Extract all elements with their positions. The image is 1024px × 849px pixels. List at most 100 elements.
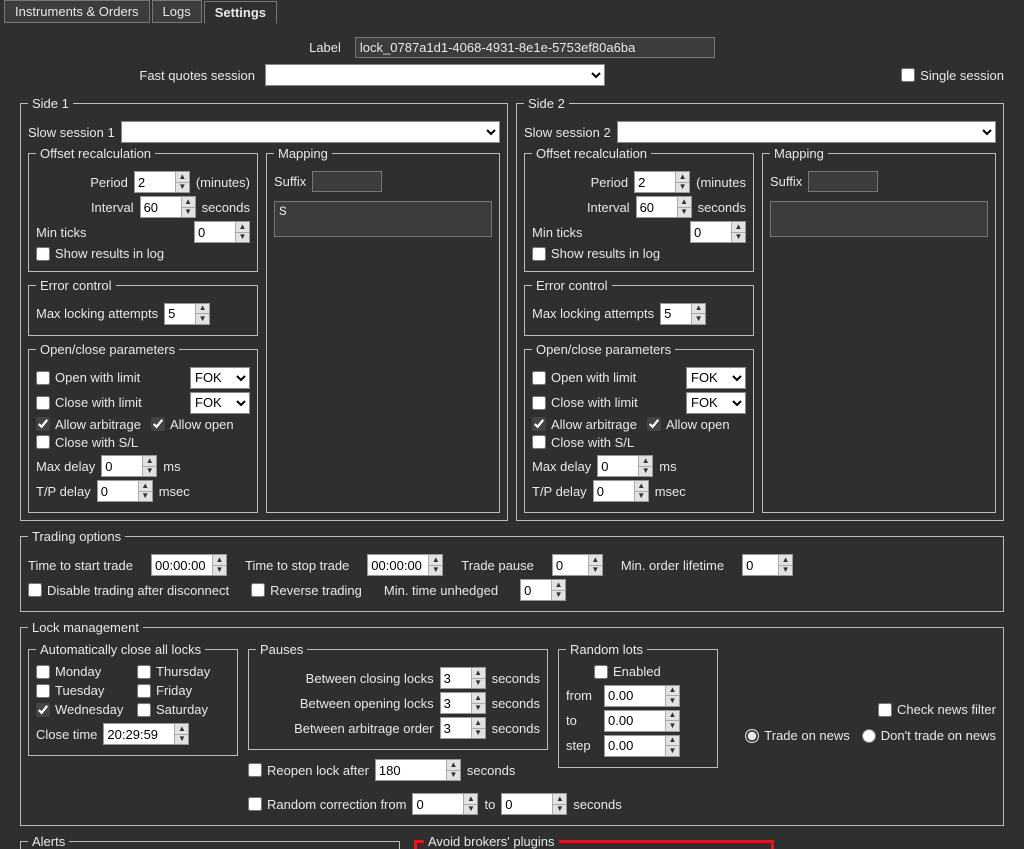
side-2-group: Side 2 Slow session 2 Offset recalculati… bbox=[516, 96, 1004, 521]
single-session-checkbox[interactable] bbox=[901, 68, 915, 82]
between-closing-locks-spinner[interactable]: ▲▼ bbox=[440, 667, 486, 689]
check-news-filter-label: Check news filter bbox=[897, 702, 996, 717]
side2-period-spinner[interactable]: ▲▼ bbox=[634, 171, 690, 193]
thursday-checkbox[interactable] bbox=[137, 665, 151, 679]
random-lots-from-spinner[interactable]: ▲▼ bbox=[604, 685, 680, 707]
min-order-lifetime-spinner[interactable]: ▲▼ bbox=[742, 554, 793, 576]
tuesday-checkbox[interactable] bbox=[36, 684, 50, 698]
random-lots-step-spinner[interactable]: ▲▼ bbox=[604, 735, 680, 757]
random-correction-from-spinner[interactable]: ▲▼ bbox=[412, 793, 478, 815]
side2-open-with-limit-checkbox[interactable] bbox=[532, 371, 546, 385]
random-lots-to-spinner[interactable]: ▲▼ bbox=[604, 710, 680, 732]
wednesday-label: Wednesday bbox=[55, 702, 123, 717]
random-correction-checkbox[interactable] bbox=[248, 797, 262, 811]
side2-show-results-checkbox[interactable] bbox=[532, 247, 546, 261]
side1-max-locking-label: Max locking attempts bbox=[36, 306, 158, 321]
side1-allow-arbitrage-checkbox[interactable] bbox=[36, 417, 50, 431]
side2-mapping-textarea[interactable] bbox=[770, 201, 988, 237]
friday-checkbox[interactable] bbox=[137, 684, 151, 698]
side2-open-close-group: Open/close parameters Open with limit FO… bbox=[524, 342, 754, 514]
side2-offset-group: Offset recalculation Period ▲▼ (minutes … bbox=[524, 146, 754, 272]
random-lots-from-label: from bbox=[566, 688, 598, 703]
side1-close-with-limit-checkbox[interactable] bbox=[36, 396, 50, 410]
side2-max-delay-unit: ms bbox=[659, 459, 676, 474]
side2-min-ticks-spinner[interactable]: ▲▼ bbox=[690, 221, 746, 243]
between-arbitrage-order-spinner[interactable]: ▲▼ bbox=[440, 717, 486, 739]
side2-suffix-input[interactable] bbox=[808, 171, 878, 192]
side1-close-select[interactable]: FOK bbox=[190, 392, 250, 414]
monday-checkbox[interactable] bbox=[36, 665, 50, 679]
side2-tp-delay-label: T/P delay bbox=[532, 484, 587, 499]
random-correction-to-spinner[interactable]: ▲▼ bbox=[501, 793, 567, 815]
side1-tp-delay-spinner[interactable]: ▲▼ bbox=[97, 480, 153, 502]
trade-pause-spinner[interactable]: ▲▼ bbox=[552, 554, 603, 576]
side1-period-unit: (minutes) bbox=[196, 175, 250, 190]
side1-open-close-group: Open/close parameters Open with limit FO… bbox=[28, 342, 258, 514]
min-time-unhedged-spinner[interactable]: ▲▼ bbox=[520, 579, 566, 601]
side1-tp-delay-unit: msec bbox=[159, 484, 190, 499]
side2-mapping-group: Mapping Suffix bbox=[762, 146, 996, 513]
side1-close-sl-checkbox[interactable] bbox=[36, 435, 50, 449]
between-arbitrage-order-label: Between arbitrage order bbox=[294, 721, 433, 736]
label-input[interactable] bbox=[355, 37, 715, 58]
tab-instruments-orders[interactable]: Instruments & Orders bbox=[4, 0, 150, 23]
dont-trade-on-news-label: Don't trade on news bbox=[881, 728, 996, 743]
side1-mapping-textarea[interactable] bbox=[274, 201, 492, 237]
side1-suffix-input[interactable] bbox=[312, 171, 382, 192]
trade-on-news-radio[interactable] bbox=[745, 729, 759, 743]
side2-close-sl-label: Close with S/L bbox=[551, 435, 634, 450]
time-start-spinner[interactable]: ▲▼ bbox=[151, 554, 227, 576]
side1-interval-spinner[interactable]: ▲▼ bbox=[140, 196, 196, 218]
slow-session-2-select[interactable] bbox=[617, 121, 996, 143]
pauses-group: Pauses Between closing locks ▲▼ seconds … bbox=[248, 642, 548, 750]
close-time-label: Close time bbox=[36, 727, 97, 742]
reopen-lock-spinner[interactable]: ▲▼ bbox=[375, 759, 461, 781]
side2-max-delay-label: Max delay bbox=[532, 459, 591, 474]
side1-allow-open-checkbox[interactable] bbox=[151, 417, 165, 431]
fast-quotes-session-select[interactable] bbox=[265, 64, 605, 86]
side2-max-locking-spinner[interactable]: ▲▼ bbox=[660, 303, 706, 325]
check-news-filter-checkbox[interactable] bbox=[878, 703, 892, 717]
side2-close-sl-checkbox[interactable] bbox=[532, 435, 546, 449]
side2-tp-delay-spinner[interactable]: ▲▼ bbox=[593, 480, 649, 502]
tab-settings[interactable]: Settings bbox=[204, 1, 277, 24]
side1-open-with-limit-checkbox[interactable] bbox=[36, 371, 50, 385]
random-correction-unit: seconds bbox=[573, 797, 621, 812]
reopen-lock-checkbox[interactable] bbox=[248, 763, 262, 777]
side1-period-label: Period bbox=[90, 175, 128, 190]
between-opening-locks-spinner[interactable]: ▲▼ bbox=[440, 692, 486, 714]
slow-session-1-select[interactable] bbox=[121, 121, 500, 143]
side2-interval-spinner[interactable]: ▲▼ bbox=[636, 196, 692, 218]
side1-max-delay-spinner[interactable]: ▲▼ bbox=[101, 455, 157, 477]
avoid-brokers-plugins-group: Avoid brokers' plugins Stop trading if e… bbox=[414, 834, 774, 849]
reopen-lock-label: Reopen lock after bbox=[267, 763, 369, 778]
lock-management-legend: Lock management bbox=[28, 620, 143, 635]
side1-period-spinner[interactable]: ▲▼ bbox=[134, 171, 190, 193]
side1-allow-arbitrage-label: Allow arbitrage bbox=[55, 417, 141, 432]
side2-open-select[interactable]: FOK bbox=[686, 367, 746, 389]
trading-options-group: Trading options Time to start trade ▲▼ T… bbox=[20, 529, 1004, 612]
reverse-trading-label: Reverse trading bbox=[270, 583, 362, 598]
disable-trading-checkbox[interactable] bbox=[28, 583, 42, 597]
side-1-legend: Side 1 bbox=[28, 96, 73, 111]
monday-label: Monday bbox=[55, 664, 101, 679]
side1-mapping-legend: Mapping bbox=[274, 146, 332, 161]
saturday-checkbox[interactable] bbox=[137, 703, 151, 717]
random-lots-enabled-checkbox[interactable] bbox=[594, 665, 608, 679]
side2-close-with-limit-checkbox[interactable] bbox=[532, 396, 546, 410]
side1-open-select[interactable]: FOK bbox=[190, 367, 250, 389]
side1-max-locking-spinner[interactable]: ▲▼ bbox=[164, 303, 210, 325]
reverse-trading-checkbox[interactable] bbox=[251, 583, 265, 597]
side2-interval-label: Interval bbox=[587, 200, 630, 215]
side2-allow-arbitrage-checkbox[interactable] bbox=[532, 417, 546, 431]
dont-trade-on-news-radio[interactable] bbox=[862, 729, 876, 743]
side1-show-results-checkbox[interactable] bbox=[36, 247, 50, 261]
side2-max-delay-spinner[interactable]: ▲▼ bbox=[597, 455, 653, 477]
side2-allow-open-checkbox[interactable] bbox=[647, 417, 661, 431]
wednesday-checkbox[interactable] bbox=[36, 703, 50, 717]
time-stop-spinner[interactable]: ▲▼ bbox=[367, 554, 443, 576]
side2-close-select[interactable]: FOK bbox=[686, 392, 746, 414]
side1-min-ticks-spinner[interactable]: ▲▼ bbox=[194, 221, 250, 243]
close-time-spinner[interactable]: ▲▼ bbox=[103, 723, 189, 745]
tab-logs[interactable]: Logs bbox=[152, 0, 202, 23]
